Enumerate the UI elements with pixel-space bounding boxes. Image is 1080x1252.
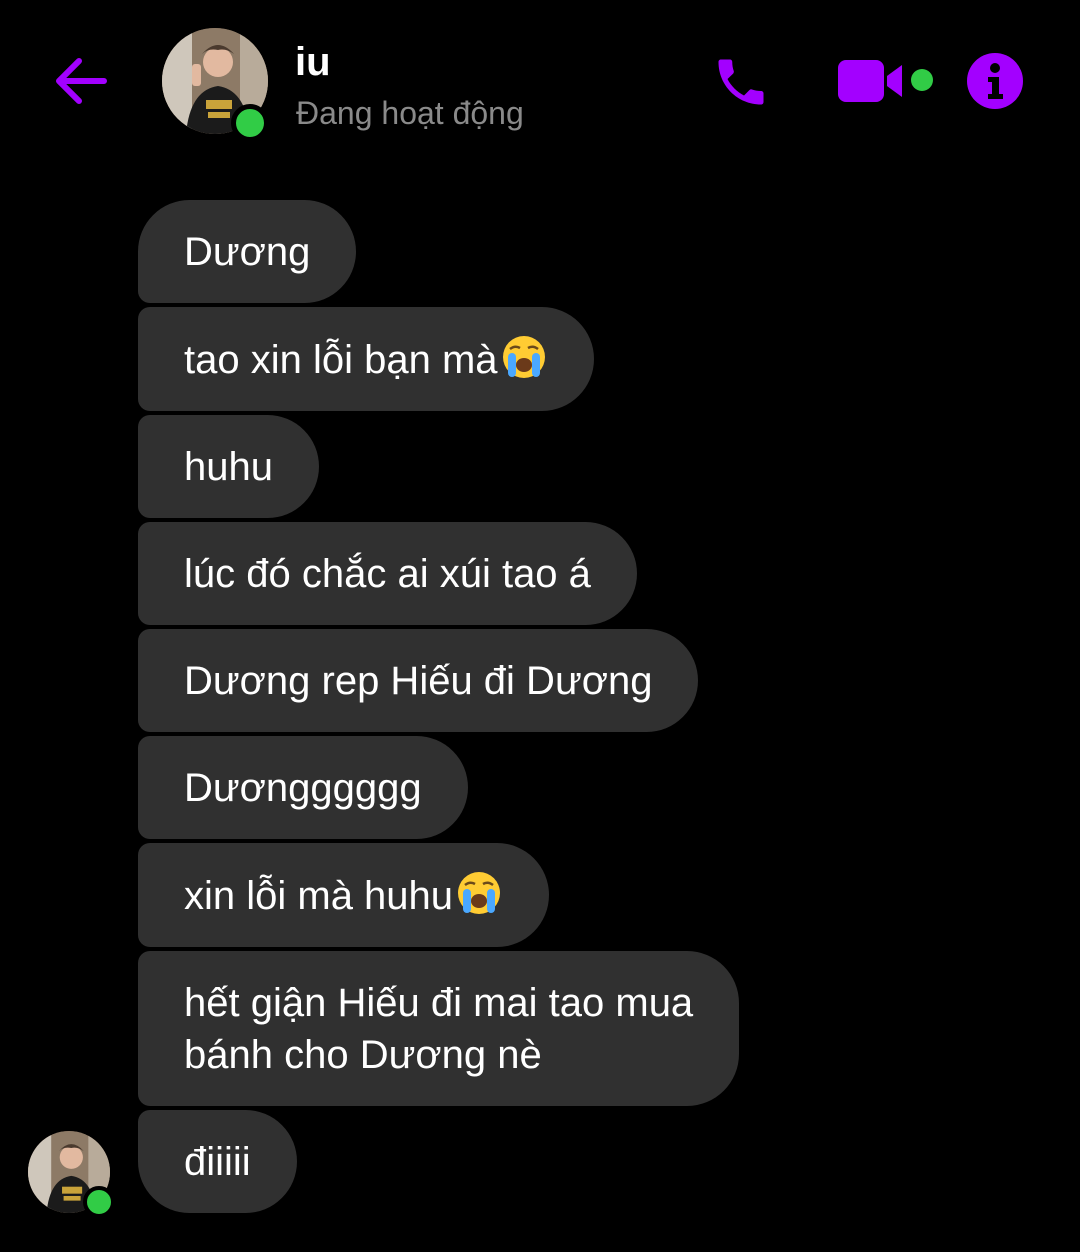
message-bubble[interactable]: tao xin lỗi bạn mà: [138, 307, 594, 411]
message-bubble[interactable]: Dương rep Hiếu đi Dương: [138, 629, 699, 732]
message-bubble[interactable]: điiiii: [138, 1110, 297, 1213]
online-indicator: [83, 1186, 115, 1218]
contact-name[interactable]: iu: [295, 38, 331, 86]
video-camera-icon: [838, 60, 902, 102]
info-button[interactable]: [966, 52, 1024, 110]
arrow-left-icon: [56, 58, 107, 104]
message-bubble[interactable]: hết giận Hiếu đi mai tao mua bánh cho Dư…: [138, 951, 740, 1106]
message-bubble[interactable]: xin lỗi mà huhu: [138, 843, 550, 947]
message-bubble[interactable]: Dương: [138, 200, 357, 303]
phone-icon: [718, 59, 764, 105]
crying-face-emoji-icon: [458, 872, 501, 914]
back-button[interactable]: [52, 52, 110, 110]
video-active-dot: [911, 69, 933, 91]
active-status: Đang hoạt động: [296, 95, 524, 131]
online-indicator: [231, 104, 269, 142]
message-bubble[interactable]: huhu: [138, 415, 319, 518]
crying-face-emoji-icon: [502, 336, 545, 378]
message-text: xin lỗi mà huhu: [184, 874, 454, 918]
message-thread: Dương tao xin lỗi bạn mà huhu lúc đó chắ…: [138, 200, 1038, 1217]
video-call-button[interactable]: [836, 56, 906, 106]
message-text: tao xin lỗi bạn mà: [184, 338, 498, 382]
message-bubble[interactable]: lúc đó chắc ai xúi tao á: [138, 522, 637, 625]
info-icon: [967, 53, 1023, 109]
voice-call-button[interactable]: [710, 52, 772, 112]
message-bubble[interactable]: Dươngggggg: [138, 736, 468, 839]
chat-header: iu Đang hoạt động: [0, 0, 1080, 165]
